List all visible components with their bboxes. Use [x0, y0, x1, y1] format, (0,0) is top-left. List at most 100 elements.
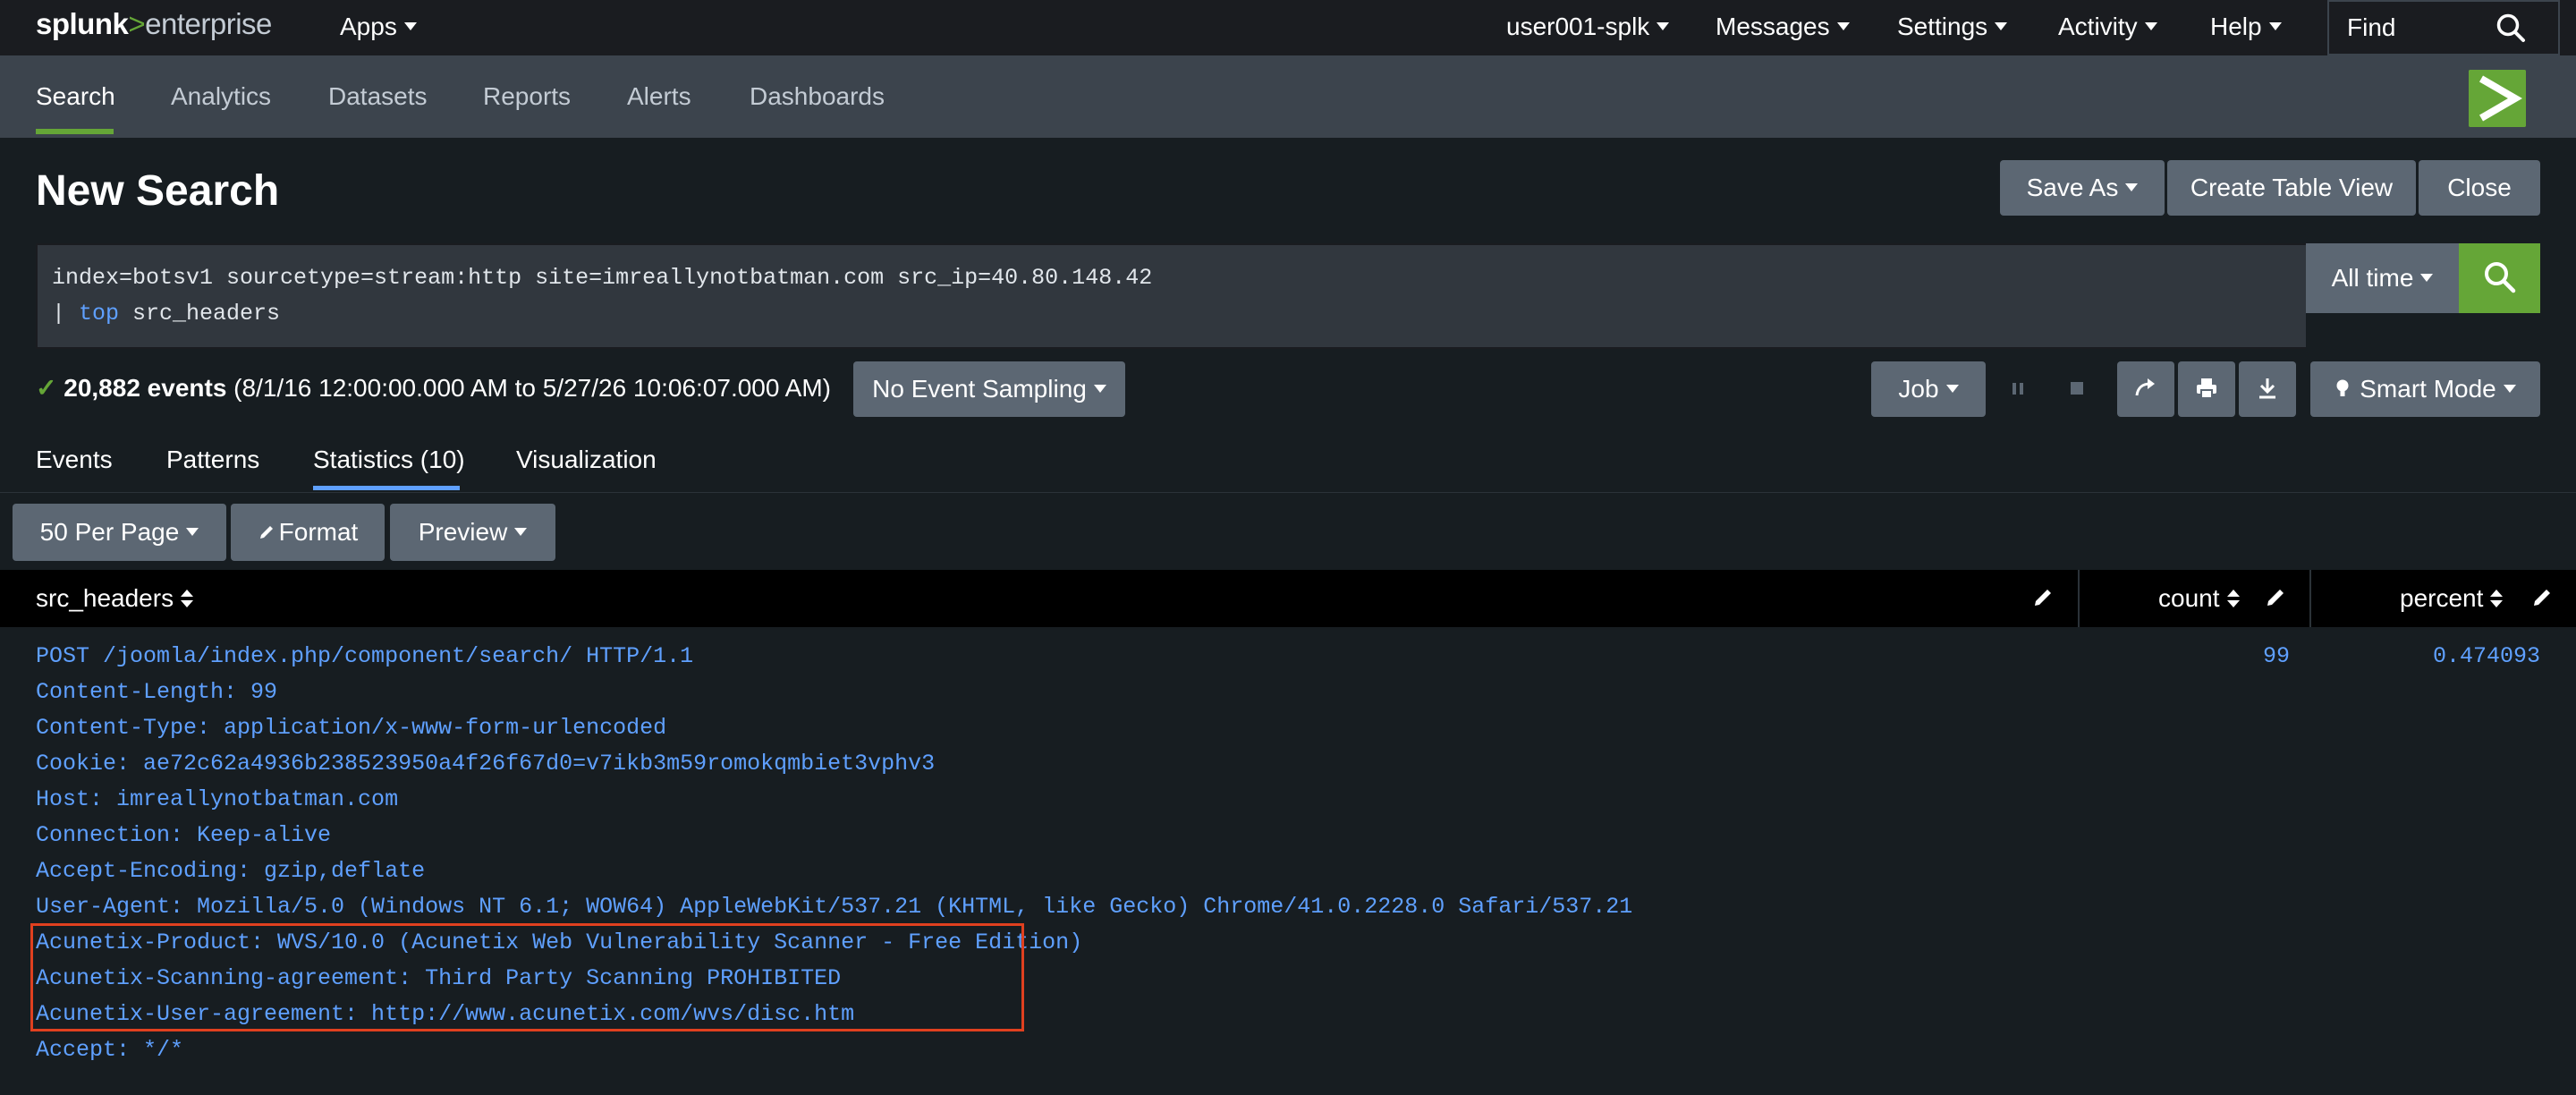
tab-patterns[interactable]: Patterns — [166, 446, 259, 474]
src-header-line[interactable]: Accept-Encoding: gzip,deflate — [36, 858, 425, 884]
src-header-line[interactable]: Cookie: ae72c62a4936b238523950a4f26f67d0… — [36, 751, 935, 777]
pencil-icon[interactable] — [2032, 587, 2054, 608]
format-button[interactable]: Format — [231, 504, 385, 561]
active-result-tab-indicator — [313, 486, 460, 490]
sort-icon — [181, 589, 194, 607]
lightbulb-icon — [2336, 379, 2349, 396]
pencil-icon[interactable] — [2531, 587, 2553, 608]
tab-statistics[interactable]: Statistics (10) — [313, 446, 465, 474]
page-title: New Search — [36, 167, 280, 215]
count-cell[interactable]: 99 — [2254, 643, 2290, 669]
event-time-range: (8/1/16 12:00:00.000 AM to 5/27/26 10:06… — [233, 374, 832, 402]
export-button[interactable] — [2239, 361, 2296, 417]
stop-icon — [2071, 381, 2083, 395]
chevron-down-icon — [1093, 385, 1106, 394]
help-menu-label: Help — [2210, 13, 2262, 40]
chevron-down-icon — [186, 528, 199, 537]
search-icon[interactable] — [2496, 13, 2526, 43]
chevron-down-icon — [514, 528, 528, 537]
column-header-label: src_headers — [36, 584, 174, 612]
apps-menu-label: Apps — [340, 13, 397, 40]
search-icon — [2484, 261, 2515, 293]
sort-icon — [2226, 589, 2240, 607]
job-status: ✓ 20,882 events (8/1/16 12:00:00.000 AM … — [36, 373, 831, 403]
query-args: src_headers — [119, 301, 281, 327]
tab-analytics[interactable]: Analytics — [171, 82, 271, 111]
chevron-down-icon — [1836, 22, 1850, 31]
tab-visualization[interactable]: Visualization — [516, 446, 657, 474]
src-header-line[interactable]: User-Agent: Mozilla/5.0 (Windows NT 6.1;… — [36, 894, 1632, 920]
percent-cell[interactable]: 0.474093 — [2415, 643, 2540, 669]
stop-button[interactable] — [2048, 361, 2106, 417]
search-mode-label: Smart Mode — [2360, 375, 2496, 403]
chevron-down-icon — [2503, 385, 2516, 394]
create-table-view-button[interactable]: Create Table View — [2167, 160, 2416, 216]
help-menu[interactable]: Help — [2210, 13, 2282, 41]
job-menu-label: Job — [1898, 375, 1939, 403]
activity-menu-label: Activity — [2058, 13, 2138, 40]
save-as-button[interactable]: Save As — [2000, 160, 2165, 216]
chevron-down-icon — [1945, 385, 1959, 394]
printer-icon — [2197, 378, 2216, 399]
column-divider — [2309, 570, 2311, 627]
chevron-down-icon — [2420, 274, 2434, 283]
apps-menu[interactable]: Apps — [340, 13, 417, 41]
search-mode-dropdown[interactable]: Smart Mode — [2310, 361, 2540, 417]
chevron-down-icon — [1995, 22, 2008, 31]
chevron-down-icon — [1657, 22, 1670, 31]
event-sampling-dropdown[interactable]: No Event Sampling — [853, 361, 1125, 417]
close-button[interactable]: Close — [2419, 160, 2540, 216]
tab-alerts[interactable]: Alerts — [627, 82, 691, 111]
pencil-icon — [259, 525, 273, 539]
settings-menu[interactable]: Settings — [1897, 13, 2008, 41]
format-label: Format — [278, 518, 359, 546]
app-bar: Search Analytics Datasets Reports Alerts… — [0, 55, 2576, 138]
pencil-icon[interactable] — [2265, 587, 2286, 608]
search-query-editor[interactable]: index=botsv1 sourcetype=stream:http site… — [36, 243, 2306, 349]
user-menu-label: user001-splk — [1506, 13, 1650, 40]
settings-menu-label: Settings — [1897, 13, 1988, 40]
src-header-line[interactable]: Connection: Keep-alive — [36, 822, 331, 848]
messages-menu-label: Messages — [1716, 13, 1830, 40]
column-header-src-headers[interactable]: src_headers — [36, 584, 194, 613]
active-tab-indicator — [36, 129, 114, 134]
logo-enterprise: enterprise — [145, 7, 272, 40]
run-search-button[interactable] — [2459, 243, 2540, 313]
pause-button[interactable] — [1989, 361, 2046, 417]
preview-label: Preview — [418, 518, 508, 546]
src-header-line[interactable]: Accept: */* — [36, 1037, 183, 1063]
activity-menu[interactable]: Activity — [2058, 13, 2157, 41]
tab-datasets[interactable]: Datasets — [328, 82, 428, 111]
save-as-label: Save As — [2026, 174, 2119, 201]
src-header-line[interactable]: POST /joomla/index.php/component/search/… — [36, 643, 693, 669]
preview-dropdown[interactable]: Preview — [390, 504, 555, 561]
search-app-logo-icon[interactable] — [2469, 70, 2526, 127]
job-menu-button[interactable]: Job — [1871, 361, 1986, 417]
share-icon — [2135, 378, 2155, 395]
divider — [0, 492, 2576, 493]
download-icon — [2259, 378, 2275, 398]
pause-icon — [2012, 382, 2023, 395]
tab-events[interactable]: Events — [36, 446, 113, 474]
tab-reports[interactable]: Reports — [483, 82, 571, 111]
share-button[interactable] — [2117, 361, 2174, 417]
splunk-logo[interactable]: splunk>enterprise — [36, 7, 272, 41]
src-header-line[interactable]: Content-Length: 99 — [36, 679, 277, 705]
tab-search[interactable]: Search — [36, 82, 115, 111]
column-header-percent[interactable]: percent — [2400, 584, 2504, 613]
chevron-down-icon — [2144, 22, 2157, 31]
src-header-line[interactable]: Content-Type: application/x-www-form-url… — [36, 715, 666, 741]
print-button[interactable] — [2178, 361, 2235, 417]
user-menu[interactable]: user001-splk — [1506, 13, 1670, 41]
column-header-count[interactable]: count — [2158, 584, 2240, 613]
column-header-label: count — [2158, 584, 2220, 612]
tab-dashboards[interactable]: Dashboards — [750, 82, 885, 111]
chevron-down-icon — [403, 22, 417, 31]
messages-menu[interactable]: Messages — [1716, 13, 1850, 41]
time-range-label: All time — [2331, 264, 2414, 292]
column-header-label: percent — [2400, 584, 2484, 612]
time-range-picker[interactable]: All time — [2306, 243, 2459, 313]
src-header-line[interactable]: Host: imreallynotbatman.com — [36, 786, 398, 812]
per-page-dropdown[interactable]: 50 Per Page — [13, 504, 226, 561]
per-page-label: 50 Per Page — [39, 518, 180, 546]
